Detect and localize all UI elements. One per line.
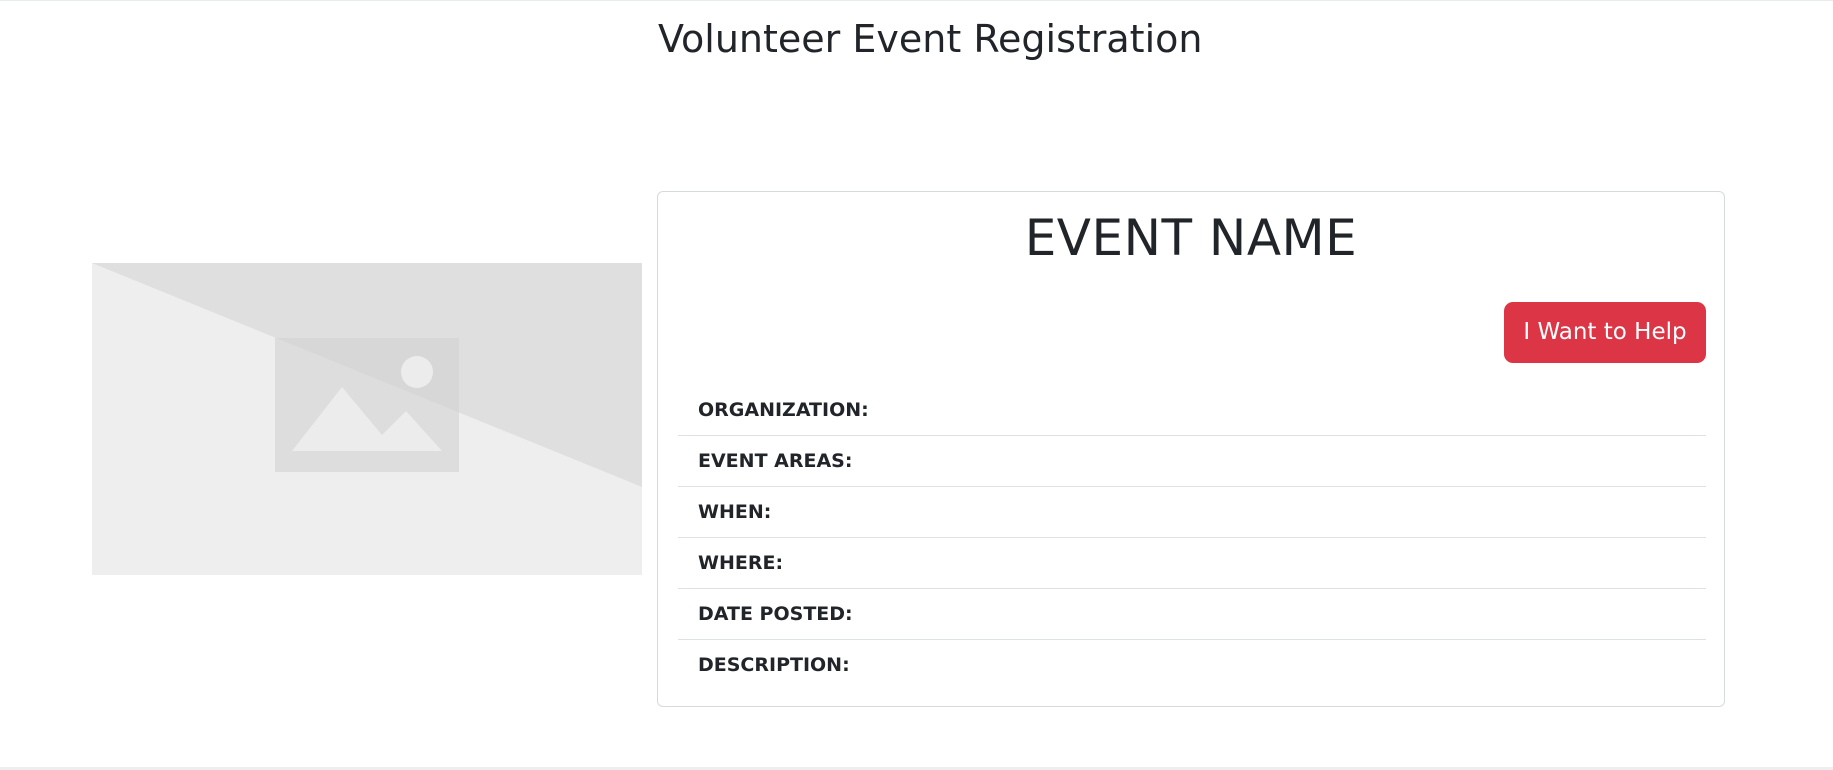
detail-organization: ORGANIZATION: [678, 385, 1706, 436]
event-details-list: ORGANIZATION: EVENT AREAS: WHEN: WHERE: … [678, 385, 1706, 691]
detail-event-areas: EVENT AREAS: [678, 436, 1706, 487]
detail-when: WHEN: [678, 487, 1706, 538]
detail-date-posted: DATE POSTED: [678, 589, 1706, 640]
top-divider [0, 0, 1833, 1]
detail-description: DESCRIPTION: [698, 654, 850, 676]
detail-where: WHERE: [678, 538, 1706, 589]
event-name: EVENT NAME [1024, 209, 1358, 267]
page-title: Volunteer Event Registration [658, 17, 1203, 61]
i-want-to-help-button[interactable]: I Want to Help [1504, 302, 1706, 363]
image-placeholder-icon [92, 263, 642, 575]
event-image [92, 263, 642, 575]
event-card: EVENT NAME I Want to Help ORGANIZATION: … [657, 191, 1725, 707]
